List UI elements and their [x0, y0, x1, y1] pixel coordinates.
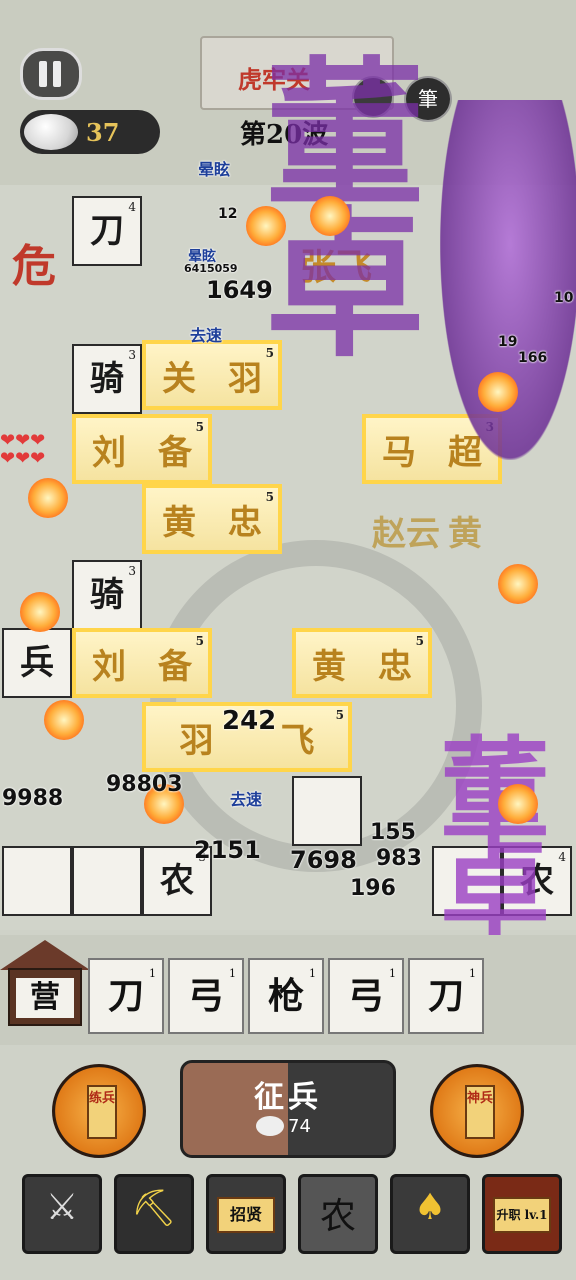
- shovel-icon: ♠: [413, 1187, 447, 1228]
- hero-block[interactable]: 黄忠5: [292, 628, 432, 698]
- recruit-title: 征兵: [254, 1080, 322, 1115]
- board-cell[interactable]: [2, 846, 72, 916]
- coin-icon: [24, 114, 78, 150]
- enemy-boss-text: 董卓: [264, 41, 425, 379]
- fire-effect: [498, 784, 538, 824]
- promote-button[interactable]: 升职 lv.1: [482, 1174, 562, 1254]
- treasure-button[interactable]: ⛏: [114, 1174, 194, 1254]
- damage-number: 2151: [194, 836, 261, 864]
- board-cell[interactable]: 刀4: [72, 196, 142, 266]
- status-label: 晕眩: [198, 160, 231, 179]
- fire-effect: [246, 206, 286, 246]
- barracks-slot[interactable]: 枪1: [248, 958, 324, 1034]
- swords-icon: ⚔: [45, 1187, 79, 1228]
- status-label: 去速: [190, 326, 223, 345]
- damage-number: 166: [518, 350, 548, 366]
- board-cell[interactable]: 骑3: [72, 344, 142, 414]
- fire-effect: [310, 196, 350, 236]
- barracks-slot[interactable]: 刀1: [88, 958, 164, 1034]
- swords-button[interactable]: ⚔: [22, 1174, 102, 1254]
- pause-button[interactable]: [20, 48, 82, 100]
- fire-effect: [498, 564, 538, 604]
- danger-warning: 危: [12, 241, 56, 292]
- promote-label: 升职 lv.1: [493, 1197, 551, 1233]
- damage-number: 7698: [290, 846, 357, 874]
- barracks-slot[interactable]: 刀1: [408, 958, 484, 1034]
- hero-block[interactable]: 刘备5: [72, 414, 212, 484]
- barracks-label: 营: [16, 978, 74, 1018]
- damage-number: 10: [554, 290, 574, 306]
- damage-number: 196: [350, 876, 396, 901]
- damage-number: 9988: [2, 786, 64, 811]
- board-cell[interactable]: [292, 776, 362, 846]
- damage-number: 983: [376, 846, 422, 871]
- enemy-boss-text-small: 董卓: [440, 725, 550, 954]
- coin-icon: [256, 1116, 284, 1136]
- divine-label: 神兵: [465, 1085, 495, 1139]
- recruit-talent-button[interactable]: 招贤: [206, 1174, 286, 1254]
- status-label: 去速: [230, 790, 263, 809]
- fire-effect: [44, 700, 84, 740]
- board-cell[interactable]: 兵: [2, 628, 72, 698]
- farmer-button[interactable]: 农: [298, 1174, 378, 1254]
- board-cell[interactable]: 骑3: [72, 560, 142, 630]
- hero-block[interactable]: 刘备5: [72, 628, 212, 698]
- hero-name-zhaoyun: 赵云: [372, 514, 440, 554]
- shovel-button[interactable]: ♠: [390, 1174, 470, 1254]
- fire-effect: [28, 478, 68, 518]
- recruit-cost: 74: [288, 1116, 311, 1137]
- barracks-slot[interactable]: 弓1: [328, 958, 404, 1034]
- hero-name-huang: 黄: [448, 514, 482, 554]
- damage-number: 12: [218, 206, 238, 222]
- divine-soldier-button[interactable]: 神兵: [430, 1064, 524, 1158]
- damage-number: 98803: [106, 772, 183, 797]
- board-cell[interactable]: [72, 846, 142, 916]
- train-label: 练兵: [87, 1085, 117, 1139]
- treasure-shovel-icon: ⛏: [131, 1188, 177, 1229]
- recruit-talent-label: 招贤: [217, 1197, 275, 1233]
- damage-number: 242: [222, 706, 277, 736]
- damage-number: 19: [498, 334, 518, 350]
- barracks-slot[interactable]: 弓1: [168, 958, 244, 1034]
- fire-effect: [20, 592, 60, 632]
- fire-effect: [478, 372, 518, 412]
- train-button[interactable]: 练兵: [52, 1064, 146, 1158]
- damage-number: 155: [370, 820, 416, 845]
- status-label: 晕眩: [188, 249, 216, 265]
- damage-number: 1649: [206, 276, 273, 304]
- farmer-label: 农: [319, 1196, 356, 1237]
- hearts-icon: ❤❤❤ ❤❤❤: [0, 430, 46, 469]
- coin-count: 37: [86, 118, 120, 147]
